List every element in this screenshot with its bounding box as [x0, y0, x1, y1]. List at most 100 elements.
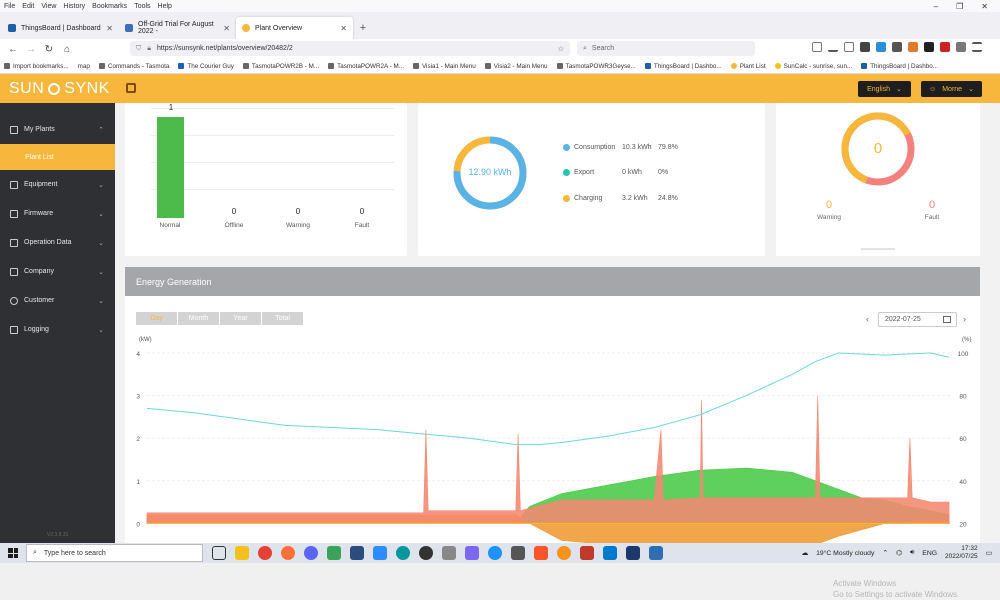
- collapse-menu-icon[interactable]: [126, 83, 136, 93]
- app-icon[interactable]: [442, 546, 456, 560]
- bookmark-item[interactable]: Commands - Tasmota: [98, 63, 169, 70]
- suncalc-icon: [774, 63, 781, 69]
- tab-close-icon[interactable]: ✕: [223, 24, 230, 33]
- bookmark-item[interactable]: map: [78, 63, 90, 70]
- menu-history[interactable]: History: [63, 3, 85, 10]
- arduino-icon[interactable]: [396, 546, 410, 560]
- maximize-button[interactable]: ❐: [956, 2, 963, 11]
- user-menu[interactable]: ☺ Morne ⌄: [921, 81, 982, 97]
- app-icon[interactable]: [488, 546, 502, 560]
- file-explorer-icon[interactable]: [235, 546, 249, 560]
- bookmark-item[interactable]: TasmotaPOWR2A - M...: [328, 63, 404, 70]
- app-icon[interactable]: [350, 546, 364, 560]
- app-icon[interactable]: [580, 546, 594, 560]
- bitcoin-icon[interactable]: [557, 546, 571, 560]
- download-icon[interactable]: [828, 42, 838, 52]
- menu-edit[interactable]: Edit: [22, 3, 34, 10]
- bookmark-item[interactable]: Visia1 - Main Menu: [412, 63, 476, 70]
- zoom-icon[interactable]: [373, 546, 387, 560]
- carousel-dots[interactable]: [861, 248, 895, 250]
- bookmark-item[interactable]: Plant List: [730, 63, 766, 70]
- bookmark-item[interactable]: TasmotaPOWR3Geyse...: [556, 63, 636, 70]
- url-bar[interactable]: ⛉ 🔒︎ https://sunsynk.net/plants/overview…: [130, 41, 570, 56]
- windows-start-icon[interactable]: [8, 548, 18, 558]
- brave-icon[interactable]: [534, 546, 548, 560]
- extension-icon[interactable]: [924, 42, 934, 52]
- taskbar-search[interactable]: ⌕ Type here to search: [26, 544, 203, 562]
- discord-icon[interactable]: [304, 546, 318, 560]
- extension-icon[interactable]: [940, 42, 950, 52]
- firefox-icon[interactable]: [281, 546, 295, 560]
- bookmark-item[interactable]: ThingsBoard | Dashbo...: [644, 63, 722, 70]
- sidebar-item-operation-data[interactable]: Operation Data ⌄: [0, 228, 115, 257]
- bookmark-item[interactable]: Import bookmarks...: [4, 63, 69, 70]
- sidebar-item-company[interactable]: Company ⌄: [0, 257, 115, 286]
- menu-icon[interactable]: [972, 42, 982, 52]
- network-icon[interactable]: ⌬: [896, 549, 902, 557]
- app-icon[interactable]: [511, 546, 525, 560]
- weather-icon: ☁: [801, 550, 809, 557]
- minimize-button[interactable]: –: [934, 2, 938, 11]
- home-icon[interactable]: ⌂: [58, 44, 76, 55]
- y2-tick-label: 100: [958, 351, 969, 358]
- extension-icon[interactable]: [860, 42, 870, 52]
- bookmark-item[interactable]: SunCalc - sunrise, sun...: [774, 63, 852, 70]
- menu-file[interactable]: File: [4, 3, 15, 10]
- bookmark-item[interactable]: The Courier Guy: [178, 63, 234, 70]
- fault-value: 0: [928, 199, 936, 211]
- notification-icon[interactable]: ▭: [986, 549, 992, 557]
- task-view-icon[interactable]: [212, 546, 226, 560]
- menu-bookmarks[interactable]: Bookmarks: [92, 3, 127, 10]
- bookmark-item[interactable]: TasmotaPOWR2B - M...: [242, 63, 319, 70]
- tab-plant-overview[interactable]: Plant Overview ✕: [236, 17, 353, 39]
- sidebar-item-my-plants[interactable]: My Plants ⌃: [0, 115, 115, 144]
- sidebar-item-plant-list[interactable]: Plant List: [0, 144, 115, 170]
- chevron-down-icon: ⌄: [968, 86, 974, 93]
- tab-close-icon[interactable]: ✕: [106, 24, 113, 33]
- sidebar-item-customer[interactable]: Customer ⌄: [0, 286, 115, 315]
- close-button[interactable]: ✕: [981, 2, 988, 11]
- tab-close-icon[interactable]: ✕: [340, 24, 347, 33]
- clock[interactable]: 17:32 2022/07/25: [945, 545, 978, 561]
- tasmota-icon: [328, 63, 335, 69]
- pocket-icon[interactable]: [812, 42, 822, 52]
- menu-help[interactable]: Help: [158, 3, 172, 10]
- library-icon[interactable]: [844, 42, 854, 52]
- extension-icon[interactable]: [876, 42, 886, 52]
- menu-tools[interactable]: Tools: [134, 3, 150, 10]
- vs-icon[interactable]: [603, 546, 617, 560]
- reload-icon[interactable]: ↻: [40, 44, 58, 55]
- sidebar-item-equipment[interactable]: Equipment ⌄: [0, 170, 115, 199]
- bookmark-item[interactable]: Visia2 - Main Menu: [484, 63, 548, 70]
- app-icon[interactable]: [419, 546, 433, 560]
- tab-thingsboard[interactable]: ThingsBoard | Dashboard ✕: [2, 17, 119, 39]
- search-bar[interactable]: ⌕ Search: [577, 41, 755, 56]
- app-icon[interactable]: [649, 546, 663, 560]
- extension-icon[interactable]: [892, 42, 902, 52]
- y-axis-unit: (kW): [139, 337, 152, 343]
- app-icon[interactable]: [626, 546, 640, 560]
- app-icon[interactable]: [327, 546, 341, 560]
- tab-off-grid-trial[interactable]: Off-Grid Trial For August 2022 - ✕: [119, 17, 236, 39]
- extension-icon[interactable]: [908, 42, 918, 52]
- app-icon[interactable]: [465, 546, 479, 560]
- forward-arrow-icon[interactable]: →: [22, 44, 40, 55]
- sidebar-item-logging[interactable]: Logging ⌄: [0, 315, 115, 344]
- bookmarks-bar: Import bookmarks... map Commands - Tasmo…: [0, 59, 1000, 74]
- language-select[interactable]: English ⌄: [858, 81, 911, 97]
- menu-view[interactable]: View: [41, 3, 56, 10]
- weather-text[interactable]: 19°C Mostly cloudy: [816, 550, 874, 557]
- sidebar-item-firmware[interactable]: Firmware ⌄: [0, 199, 115, 228]
- new-tab-button[interactable]: +: [353, 17, 373, 39]
- tray-arrow-icon[interactable]: ⌃: [882, 549, 888, 557]
- url-text: https://sunsynk.net/plants/overview/2048…: [156, 45, 293, 52]
- language-indicator[interactable]: ENG: [922, 550, 937, 557]
- back-arrow-icon[interactable]: ←: [4, 44, 22, 55]
- volume-icon[interactable]: 🔊︎: [910, 549, 914, 557]
- bookmark-star-icon[interactable]: ☆: [558, 45, 564, 53]
- consumption-dot-icon: [563, 144, 570, 151]
- chrome-icon[interactable]: [258, 546, 272, 560]
- extension-icon[interactable]: [956, 42, 966, 52]
- bookmark-item[interactable]: ThingsBoard | Dashbo...: [861, 63, 938, 70]
- tasmota-icon: [556, 63, 563, 69]
